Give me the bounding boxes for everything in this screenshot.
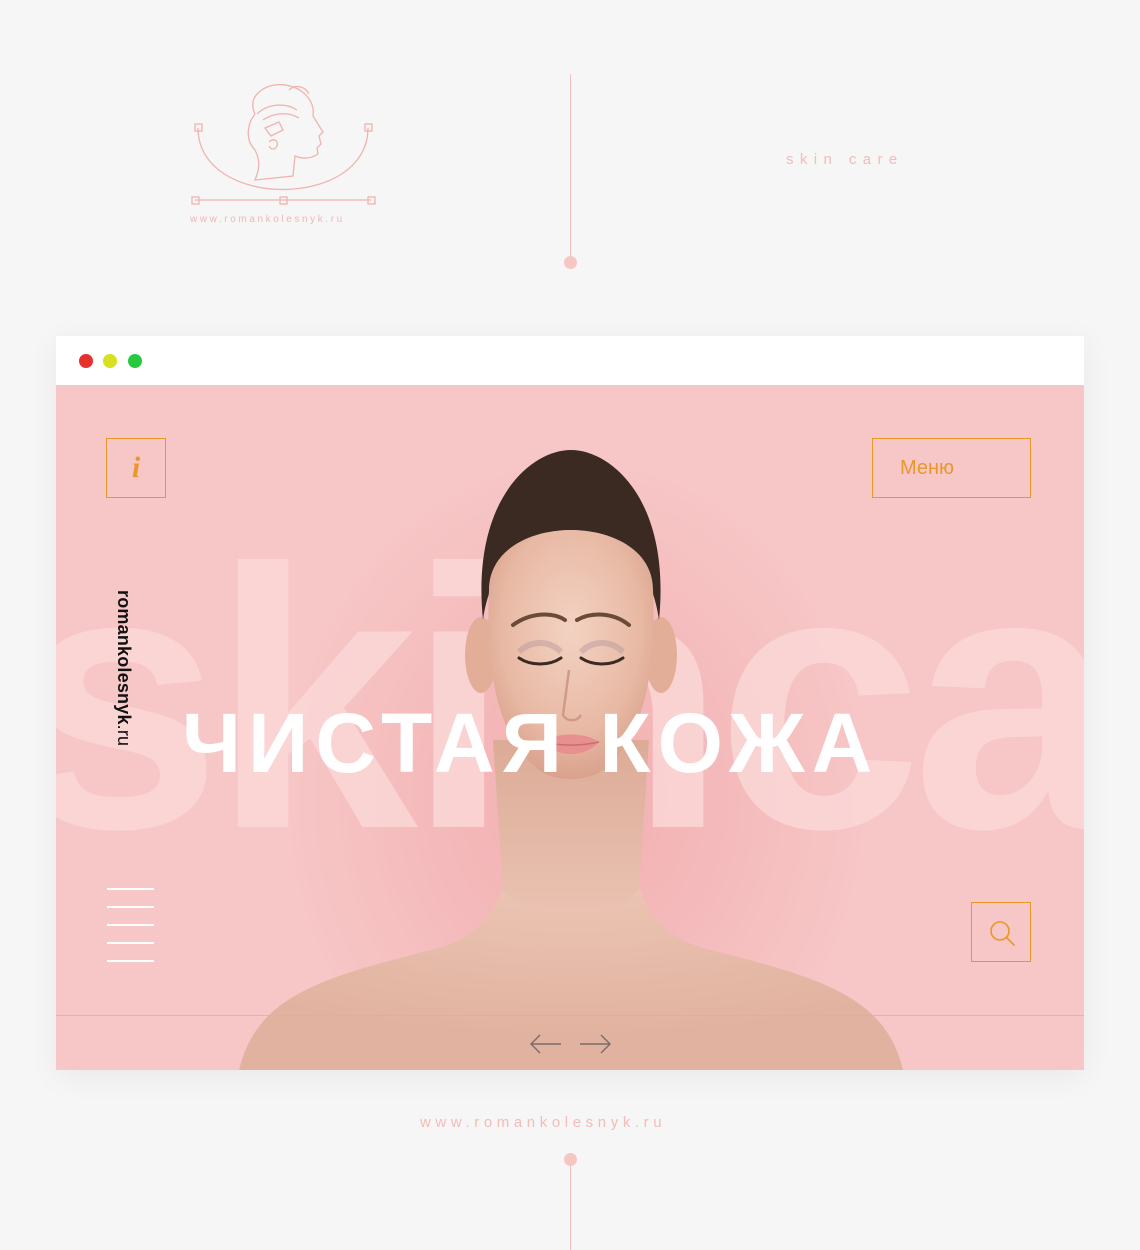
center-divider <box>570 74 571 258</box>
info-icon: i <box>131 451 141 484</box>
search-button[interactable] <box>971 902 1031 962</box>
footer-url[interactable]: www.romankolesnyk.ru <box>420 1114 666 1131</box>
hero-headline: ЧИСТАЯ КОЖА <box>182 696 880 790</box>
brand-tld: .ru <box>114 724 134 747</box>
center-divider-dot <box>564 256 577 269</box>
browser-window: skincare <box>56 336 1084 1070</box>
tagline: skin care <box>786 151 904 168</box>
arrow-right-icon[interactable] <box>578 1033 612 1055</box>
logo-url-text: www.romankolesnyk.ru <box>190 214 345 225</box>
brand-name: romankolesnyk <box>114 590 134 725</box>
vertical-brand-name: romankolesnyk.ru <box>114 590 134 776</box>
hero-bottom-rule <box>56 1015 1084 1016</box>
menu-button[interactable]: Меню <box>872 438 1031 498</box>
head-logo-icon <box>191 84 376 205</box>
brand-logo: www.romankolesnyk.ru <box>185 80 385 230</box>
maximize-window-button[interactable] <box>128 354 142 368</box>
footer-line <box>570 1164 571 1250</box>
browser-titlebar <box>56 336 1084 385</box>
hero-section: skincare <box>56 385 1084 1070</box>
info-button[interactable]: i <box>106 438 166 498</box>
search-icon <box>990 921 1015 946</box>
arrow-left-icon[interactable] <box>529 1033 563 1055</box>
minimize-window-button[interactable] <box>103 354 117 368</box>
close-window-button[interactable] <box>79 354 93 368</box>
hamburger-icon[interactable] <box>107 888 154 964</box>
